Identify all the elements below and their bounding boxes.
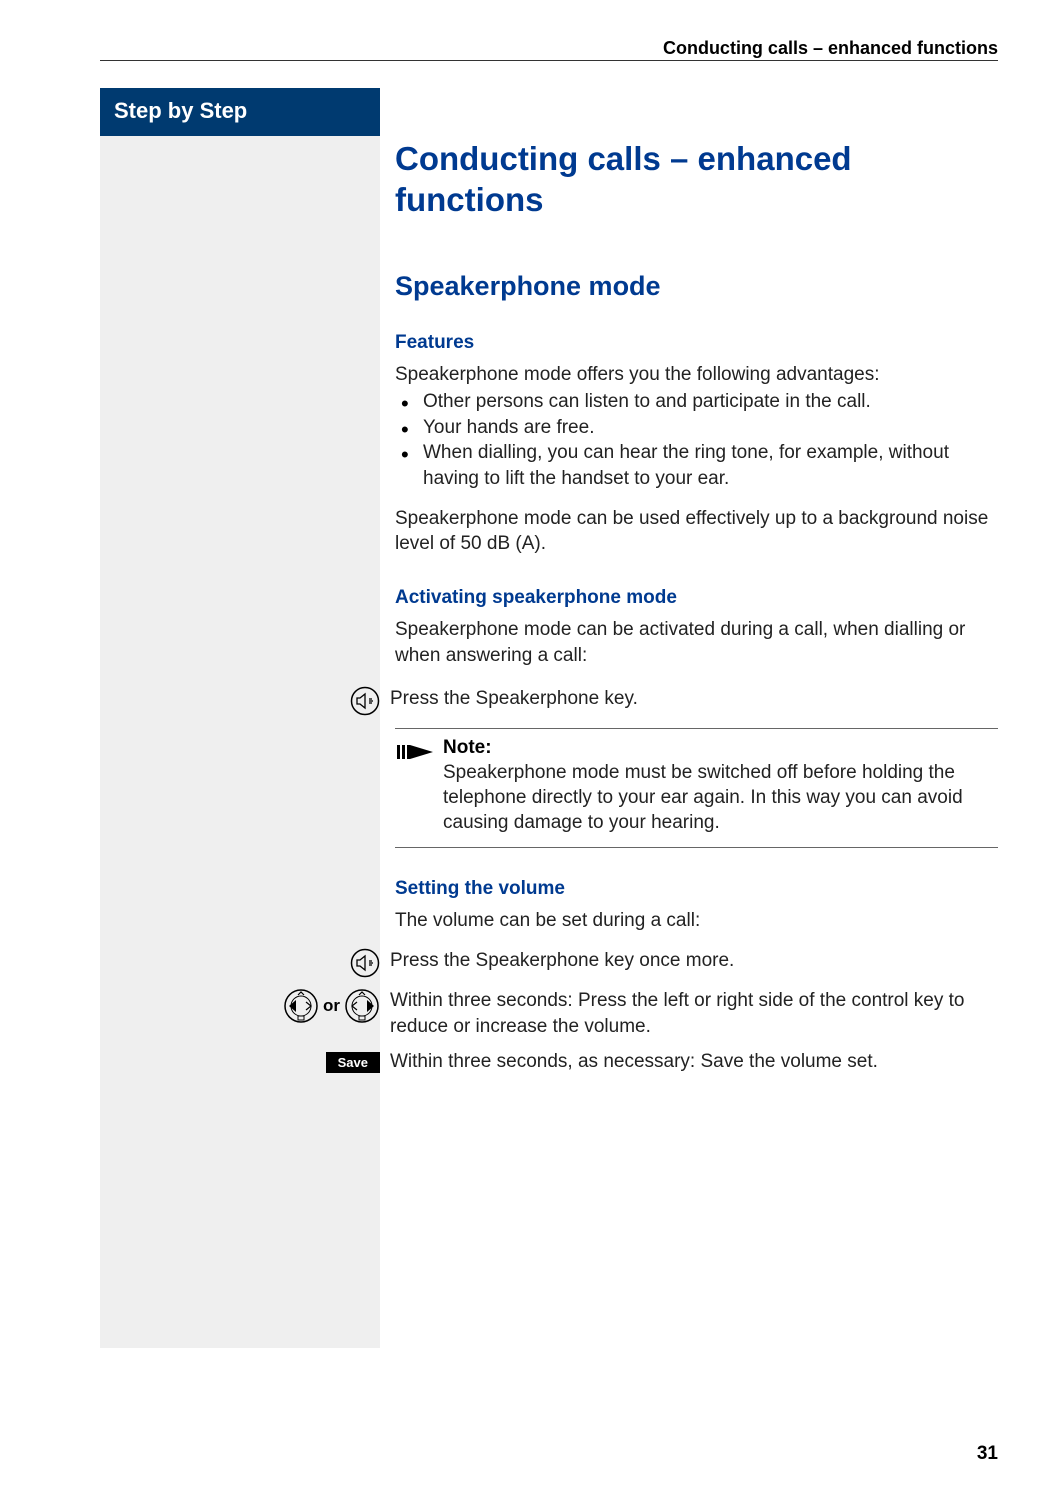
save-key-icon: Save (326, 1052, 380, 1073)
speaker-key-icon (335, 948, 390, 978)
features-list: Other persons can listen to and particip… (395, 389, 998, 492)
step-text: Press the Speakerphone key. (390, 686, 998, 712)
main-content: Conducting calls – enhanced functions Sp… (395, 88, 998, 1075)
subsection-features: Features (395, 332, 998, 354)
control-key-left-or-right-icon: or (260, 988, 390, 1024)
running-header: Conducting calls – enhanced functions (663, 38, 998, 59)
sidebar: Step by Step (100, 88, 380, 1348)
features-after: Speakerphone mode can be used effectivel… (395, 506, 998, 557)
sidebar-title: Step by Step (100, 88, 380, 136)
features-intro: Speakerphone mode offers you the followi… (395, 362, 998, 388)
step-text: Within three seconds, as necessary: Save… (390, 1049, 998, 1075)
section-heading-speakerphone: Speakerphone mode (395, 271, 998, 302)
list-item: Your hands are free. (395, 415, 998, 441)
volume-intro: The volume can be set during a call: (395, 908, 998, 934)
list-item: Other persons can listen to and particip… (395, 389, 998, 415)
step-text: Within three seconds: Press the left or … (390, 988, 998, 1039)
note-icon (395, 737, 443, 835)
note-box: Note: Speakerphone mode must be switched… (395, 728, 998, 848)
header-rule (100, 60, 998, 61)
speaker-key-icon (335, 686, 390, 716)
step-text: Press the Speakerphone key once more. (390, 948, 998, 974)
or-label: or (323, 996, 340, 1016)
subsection-activating: Activating speakerphone mode (395, 587, 998, 609)
page-number: 31 (977, 1443, 998, 1465)
page-title: Conducting calls – enhanced functions (395, 138, 998, 221)
list-item: When dialling, you can hear the ring ton… (395, 440, 998, 491)
activating-intro: Speakerphone mode can be activated durin… (395, 617, 998, 668)
subsection-volume: Setting the volume (395, 878, 998, 900)
note-title: Note: (443, 737, 998, 759)
note-text: Speakerphone mode must be switched off b… (443, 761, 998, 835)
